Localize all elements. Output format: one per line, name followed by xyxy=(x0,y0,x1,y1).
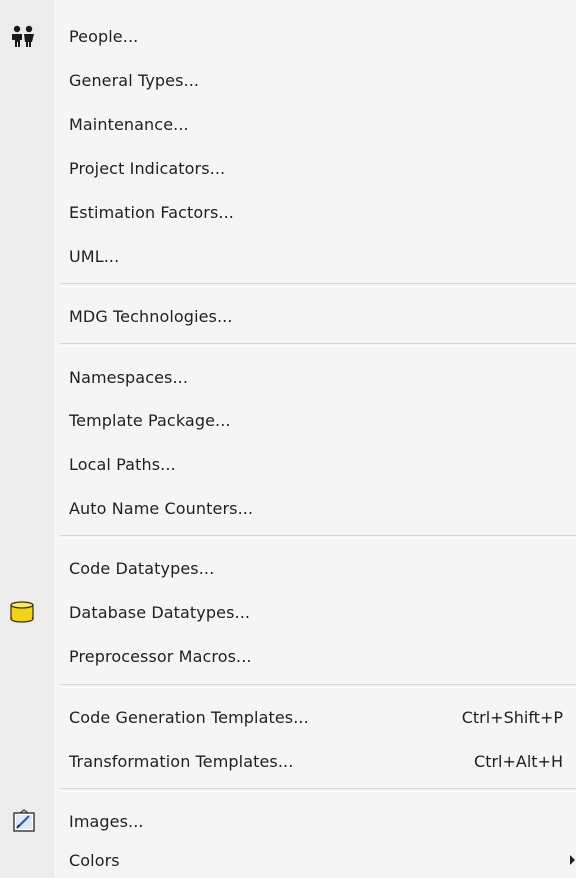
menu-item-label: Preprocessor Macros... xyxy=(69,646,252,666)
menu-item-images[interactable]: Images... xyxy=(0,801,576,841)
menu-item-shortcut: Ctrl+Alt+H xyxy=(474,751,563,771)
menu-item-preprocessor-macros[interactable]: Preprocessor Macros... xyxy=(0,636,576,676)
database-icon xyxy=(9,600,35,624)
menu-item-project-indicators[interactable]: Project Indicators... xyxy=(0,148,576,188)
menu-separator xyxy=(60,283,576,287)
menu-item-mdg-technologies[interactable]: MDG Technologies... xyxy=(0,296,576,336)
menu-item-label: Maintenance... xyxy=(69,114,189,134)
menu-item-label: Namespaces... xyxy=(69,367,189,387)
menu-item-label: Colors xyxy=(69,850,120,870)
menu-item-label: MDG Technologies... xyxy=(69,306,233,326)
menu-item-label: Estimation Factors... xyxy=(69,202,234,222)
menu-item-label: People... xyxy=(69,26,139,46)
menu-item-local-paths[interactable]: Local Paths... xyxy=(0,444,576,484)
menu-item-uml[interactable]: UML... xyxy=(0,236,576,276)
menu-separator xyxy=(60,343,576,347)
menu-item-maintenance[interactable]: Maintenance... xyxy=(0,104,576,144)
menu-item-label: Local Paths... xyxy=(69,454,176,474)
menu-item-label: Transformation Templates... xyxy=(69,751,294,771)
context-menu: People... General Types... Maintenance..… xyxy=(0,0,576,878)
menu-item-people[interactable]: People... xyxy=(0,16,576,56)
people-icon xyxy=(10,24,36,48)
menu-separator xyxy=(60,535,576,539)
menu-item-label: Code Datatypes... xyxy=(69,558,215,578)
menu-item-label: UML... xyxy=(69,246,120,266)
image-icon xyxy=(12,809,38,833)
menu-item-code-generation-templates[interactable]: Code Generation Templates... Ctrl+Shift+… xyxy=(0,697,576,737)
menu-item-transformation-templates[interactable]: Transformation Templates... Ctrl+Alt+H xyxy=(0,741,576,781)
submenu-arrow-icon xyxy=(570,855,575,865)
menu-item-estimation-factors[interactable]: Estimation Factors... xyxy=(0,192,576,232)
menu-item-label: Images... xyxy=(69,811,144,831)
menu-item-label: Database Datatypes... xyxy=(69,602,251,622)
menu-item-colors[interactable]: Colors xyxy=(0,842,576,878)
menu-item-general-types[interactable]: General Types... xyxy=(0,60,576,100)
menu-item-label: Auto Name Counters... xyxy=(69,498,254,518)
menu-item-template-package[interactable]: Template Package... xyxy=(0,400,576,440)
menu-separator xyxy=(60,788,576,792)
menu-item-label: General Types... xyxy=(69,70,200,90)
menu-item-label: Code Generation Templates... xyxy=(69,707,309,727)
menu-item-label: Template Package... xyxy=(69,410,231,430)
menu-item-code-datatypes[interactable]: Code Datatypes... xyxy=(0,548,576,588)
menu-item-auto-name-counters[interactable]: Auto Name Counters... xyxy=(0,488,576,528)
menu-item-namespaces[interactable]: Namespaces... xyxy=(0,357,576,397)
menu-item-database-datatypes[interactable]: Database Datatypes... xyxy=(0,592,576,632)
menu-item-shortcut: Ctrl+Shift+P xyxy=(461,707,563,727)
menu-item-label: Project Indicators... xyxy=(69,158,226,178)
menu-separator xyxy=(60,684,576,688)
